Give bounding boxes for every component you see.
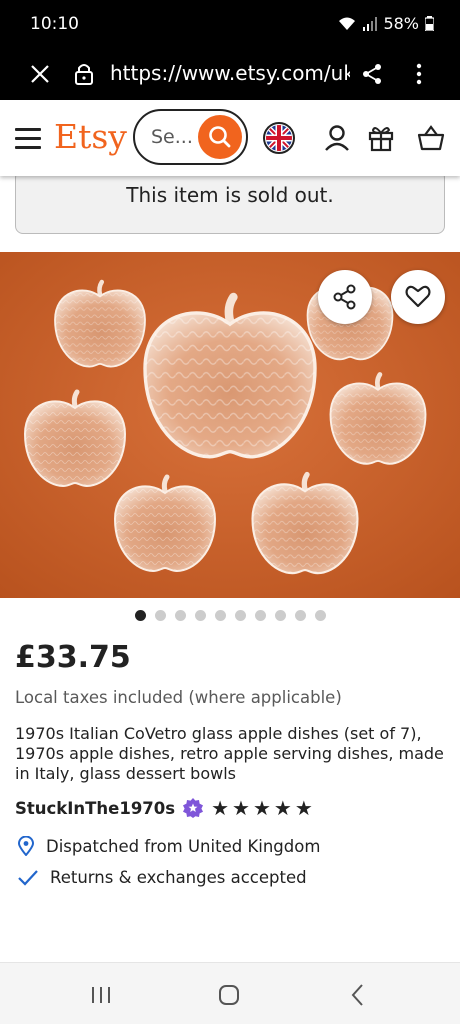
carousel-dot[interactable]: [154, 610, 166, 621]
carousel-dot[interactable]: [194, 610, 206, 621]
dispatch-row: Dispatched from United Kingdom: [18, 836, 320, 856]
seller-row: StuckInThe1970s ★ ★ ★ ★ ★: [15, 796, 313, 820]
sold-out-notice: This item is sold out.: [15, 170, 445, 234]
heart-icon: [405, 285, 431, 308]
carousel-dot[interactable]: [274, 610, 286, 621]
taxes-note: Local taxes included (where applicable): [15, 688, 342, 707]
checkmark-icon: [18, 869, 38, 886]
dispatch-text: Dispatched from United Kingdom: [46, 836, 321, 856]
listing-price: £33.75: [15, 640, 131, 675]
rating-stars[interactable]: ★ ★ ★ ★ ★: [211, 796, 313, 820]
carousel-dot[interactable]: [254, 610, 266, 621]
basket-icon[interactable]: [415, 122, 447, 154]
back-icon[interactable]: [343, 981, 373, 1009]
wifi-icon: [339, 17, 356, 30]
carousel-dot[interactable]: [294, 610, 306, 621]
star-icon: ★: [211, 796, 230, 820]
search-icon: [209, 126, 231, 148]
sold-out-text: This item is sold out.: [126, 183, 334, 207]
battery-percent: 58%: [383, 14, 419, 33]
lock-icon[interactable]: [68, 58, 100, 90]
star-icon: ★: [273, 796, 292, 820]
share-icon[interactable]: [356, 58, 388, 90]
star-seller-badge-icon: [183, 798, 204, 818]
carousel-dot[interactable]: [234, 610, 246, 621]
browser-url-bar: https://www.etsy.com/uk: [0, 50, 460, 100]
status-bar: 10:10 58%: [0, 0, 460, 50]
account-icon[interactable]: [321, 122, 353, 154]
android-nav-bar: [0, 962, 460, 1024]
star-icon: ★: [232, 796, 250, 820]
search-bar[interactable]: Se...: [133, 109, 248, 165]
carousel-dot[interactable]: [314, 610, 326, 621]
etsy-logo[interactable]: Etsy: [54, 117, 127, 156]
carousel-dot[interactable]: [214, 610, 226, 621]
signal-icon: [363, 16, 378, 31]
carousel-dots[interactable]: [0, 610, 460, 621]
uk-flag-icon[interactable]: [263, 122, 295, 154]
gift-icon[interactable]: [365, 122, 397, 154]
status-time: 10:10: [30, 14, 79, 34]
star-icon: ★: [252, 796, 271, 820]
close-icon[interactable]: [24, 58, 56, 90]
share-icon: [333, 284, 356, 310]
location-pin-icon: [18, 836, 34, 856]
returns-text: Returns & exchanges accepted: [50, 868, 307, 887]
search-input[interactable]: Se...: [151, 126, 193, 148]
listing-title: 1970s Italian CoVetro glass apple dishes…: [15, 724, 444, 783]
search-button[interactable]: [198, 115, 242, 159]
seller-name[interactable]: StuckInThe1970s: [15, 799, 175, 818]
site-header: Etsy Se...: [0, 100, 460, 176]
carousel-dot[interactable]: [134, 610, 146, 621]
share-listing-button[interactable]: [318, 270, 372, 324]
status-icons: 58%: [337, 14, 434, 33]
battery-icon: [425, 16, 434, 31]
returns-row: Returns & exchanges accepted: [18, 868, 307, 887]
url-text[interactable]: https://www.etsy.com/uk: [110, 61, 350, 85]
more-icon[interactable]: [403, 58, 435, 90]
recent-apps-icon[interactable]: [86, 981, 116, 1009]
carousel-dot[interactable]: [174, 610, 186, 621]
menu-icon[interactable]: [15, 128, 41, 150]
home-icon[interactable]: [214, 981, 244, 1009]
star-icon: ★: [294, 796, 313, 820]
favorite-button[interactable]: [391, 270, 445, 324]
